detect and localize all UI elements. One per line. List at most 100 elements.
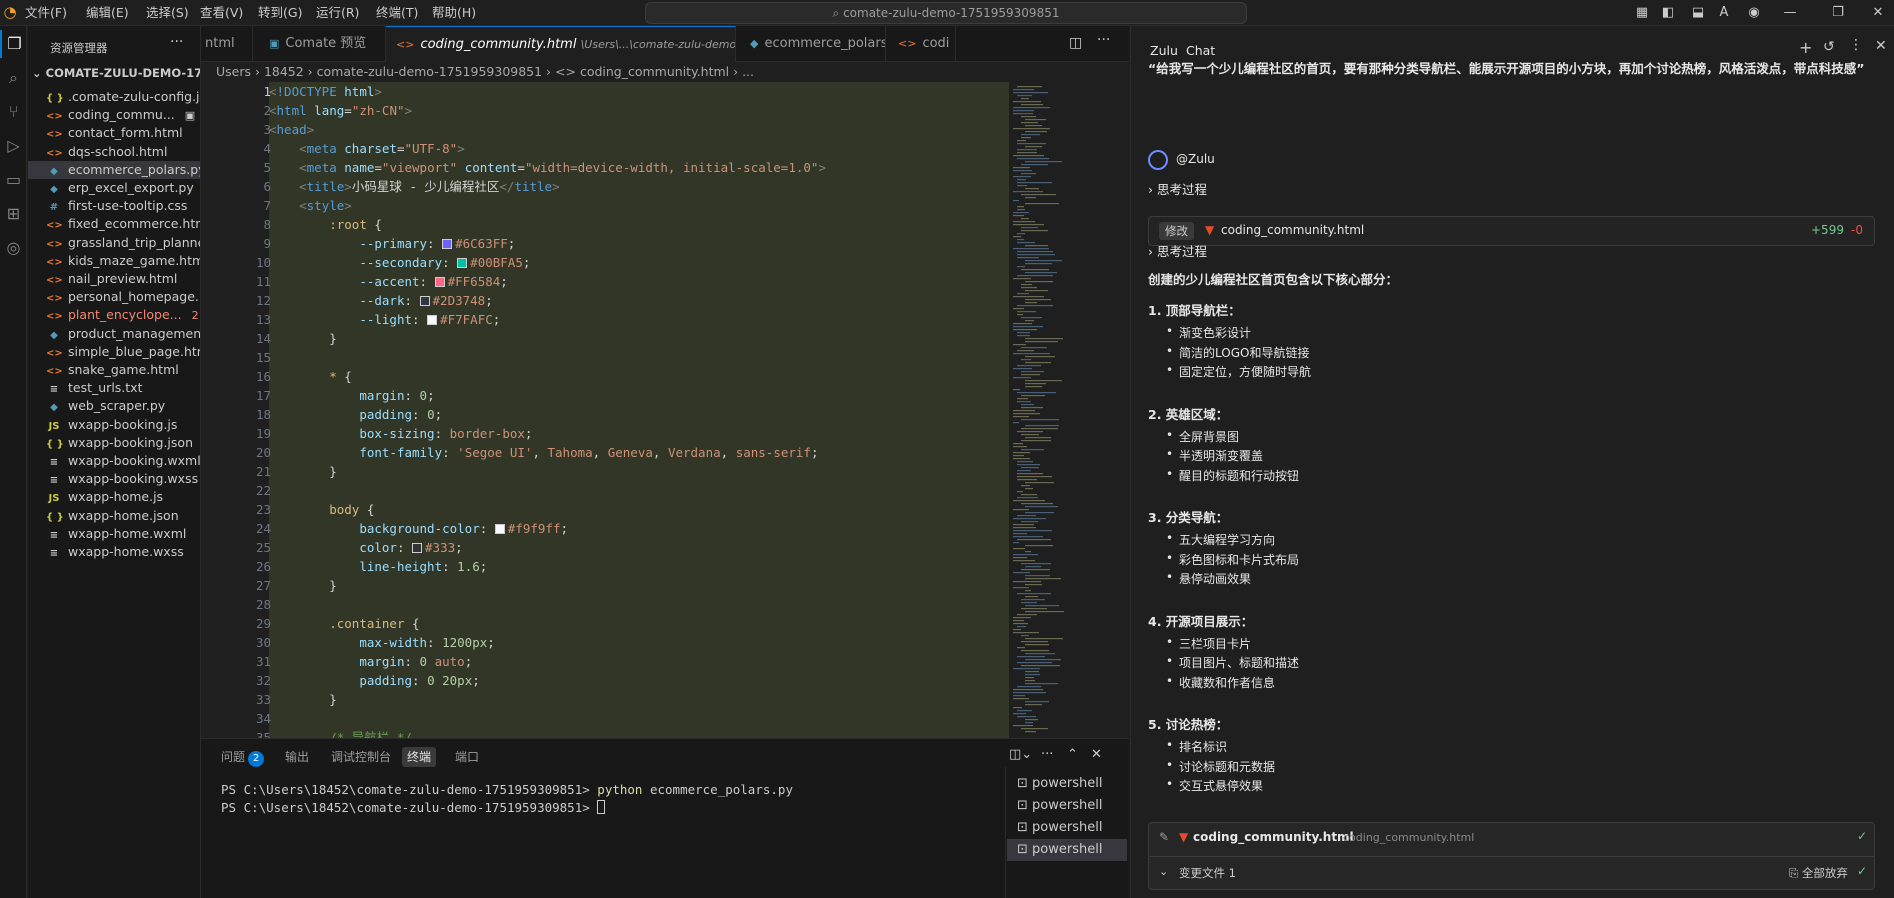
file-type-icon: <> — [46, 256, 63, 268]
file-item[interactable]: { } wxapp-home.json — [28, 507, 200, 525]
code-line: <meta name="viewport" content="width=dev… — [299, 160, 826, 175]
minimap-line — [1013, 191, 1043, 193]
menu-go[interactable]: 转到(G) — [258, 0, 302, 26]
menu-selection[interactable]: 选择(S) — [146, 0, 189, 26]
menu-edit[interactable]: 编辑(E) — [86, 0, 129, 26]
file-change-card[interactable]: 修改 ▼ coding_community.html +599 -0 — [1148, 216, 1875, 246]
split-editor-icon[interactable]: ◫ — [1069, 35, 1082, 51]
panel-tab-debug-console[interactable]: 调试控制台 — [331, 747, 391, 767]
file-item[interactable]: <> nail_preview.html — [28, 270, 200, 288]
file-item[interactable]: { } .comate-zulu-config.j... — [28, 88, 200, 106]
file-item[interactable]: <> fixed_ecommerce.html — [28, 215, 200, 233]
command-search-box[interactable]: ⌕ comate-zulu-demo-1751959309851 — [645, 2, 1247, 24]
terminal-instance[interactable]: ⊡ powershell — [1007, 773, 1127, 795]
minimap-preview — [1013, 86, 1064, 733]
file-item[interactable]: <> snake_game.html — [28, 361, 200, 379]
toggle-sidebar-icon[interactable]: ◧ — [1658, 3, 1678, 23]
file-item[interactable]: ≡ wxapp-home.wxml — [28, 525, 200, 543]
changed-file-name[interactable]: coding_community.html — [1193, 830, 1354, 844]
accept-check-icon[interactable]: ✓ — [1857, 829, 1867, 843]
minimap-line — [1017, 305, 1053, 307]
tab-zulu[interactable]: Zulu — [1150, 43, 1178, 58]
minimap[interactable] — [1009, 82, 1129, 738]
menu-run[interactable]: 运行(R) — [316, 0, 359, 26]
close-window-icon[interactable]: ✕ — [1868, 3, 1888, 23]
thinking-toggle[interactable]: › 思考过程 — [1148, 241, 1207, 260]
font-icon[interactable]: A — [1714, 3, 1734, 23]
terminal-instance[interactable]: ⊡ powershell — [1007, 839, 1127, 861]
panel-tab-output[interactable]: 输出 — [285, 747, 309, 767]
tab-ecommerce-polars[interactable]: ◆ecommerce_polars.py — [736, 26, 886, 62]
editor-more-icon[interactable]: ··· — [1097, 32, 1110, 48]
accept-all-check-icon[interactable]: ✓ — [1857, 864, 1867, 878]
file-item[interactable]: <> personal_homepage.... — [28, 288, 200, 306]
file-item[interactable]: ≡ wxapp-booking.wxml — [28, 452, 200, 470]
minimap-line — [1017, 401, 1031, 403]
file-item[interactable]: ◆ web_scraper.py — [28, 397, 200, 415]
terminal-line-2[interactable]: PS C:\Users\18452\comate-zulu-demo-17519… — [221, 799, 606, 817]
new-chat-icon[interactable]: + — [1799, 38, 1812, 57]
panel-tab-ports[interactable]: 端口 — [455, 747, 479, 767]
file-item[interactable]: <> simple_blue_page.html — [28, 343, 200, 361]
breadcrumb[interactable]: Users › 18452 › comate-zulu-demo-1751959… — [201, 62, 1129, 82]
file-item[interactable]: <> kids_maze_game.html — [28, 252, 200, 270]
terminal-instance[interactable]: ⊡ powershell — [1007, 817, 1127, 839]
explorer-icon[interactable]: ❐ — [0, 30, 27, 58]
thinking-toggle[interactable]: › 思考过程 — [1148, 179, 1207, 198]
tab-partial-codi[interactable]: <> codi — [886, 26, 956, 62]
history-icon[interactable]: ↺ — [1823, 39, 1835, 55]
file-item[interactable]: ≡ wxapp-booking.wxss — [28, 470, 200, 488]
file-item[interactable]: { } wxapp-booking.json — [28, 434, 200, 452]
code-editor[interactable]: 1 2 3 4 5 6 7 8 9 10 11 12 13 14 15 16 17 18 19 20 21 22 23 24 2… — [201, 82, 1009, 738]
panel-tab-terminal[interactable]: 终端 — [402, 747, 437, 767]
menu-view[interactable]: 查看(V) — [200, 0, 243, 26]
terminal-layout-icon[interactable]: ◫⌄ — [1009, 747, 1032, 762]
tab-coding-community[interactable]: <> coding_community.html \Users\...\comat… — [386, 26, 736, 62]
comate-icon[interactable]: ◎ — [0, 234, 27, 262]
file-item[interactable]: ≡ test_urls.txt — [28, 379, 200, 397]
minimap-line — [1021, 404, 1034, 406]
tab-partial-html[interactable]: ntml — [201, 26, 253, 62]
file-item[interactable]: # first-use-tooltip.css — [28, 197, 200, 215]
more-actions-icon[interactable]: ··· — [170, 34, 183, 50]
extensions-icon[interactable]: ⊞ — [0, 200, 27, 228]
file-item[interactable]: JS wxapp-booking.js — [28, 416, 200, 434]
maximize-panel-icon[interactable]: ⌃ — [1067, 747, 1078, 762]
file-item[interactable]: ◆ ecommerce_polars.py — [28, 160, 200, 179]
panel-tab-problems[interactable]: 问题 2 — [221, 747, 265, 767]
file-item[interactable]: <> plant_encyclope... 2 — [28, 306, 200, 324]
menu-file[interactable]: 文件(F) — [25, 0, 67, 26]
file-item[interactable]: ◆ product_managemen... — [28, 325, 200, 343]
layout-icon[interactable]: ▦ — [1632, 3, 1652, 23]
terminal-instance[interactable]: ⊡ powershell — [1007, 795, 1127, 817]
discard-all-button[interactable]: ⎘ 全部放弃 — [1789, 865, 1848, 881]
minimap-line — [1021, 521, 1038, 523]
search-icon[interactable]: ⌕ — [0, 64, 27, 92]
source-control-icon[interactable]: ⑂ — [0, 98, 27, 126]
tab-comate-preview[interactable]: ▣ Comate 预览 — [253, 26, 386, 62]
tab-chat[interactable]: Chat — [1186, 43, 1215, 58]
chat-more-icon[interactable]: ⋮ — [1849, 37, 1863, 53]
panel-more-icon[interactable]: ··· — [1041, 747, 1053, 762]
file-item[interactable]: JS wxapp-home.js — [28, 488, 200, 506]
toggle-panel-icon[interactable]: ⬓ — [1688, 3, 1708, 23]
file-item[interactable]: <> grassland_trip_planne... — [28, 234, 200, 252]
file-type-icon: { } — [46, 438, 64, 450]
file-item[interactable]: <> contact_form.html — [28, 124, 200, 142]
chevron-down-icon[interactable]: ⌄ — [1159, 865, 1168, 878]
file-item[interactable]: ≡ wxapp-home.wxss — [28, 543, 200, 561]
menu-help[interactable]: 帮助(H) — [432, 0, 476, 26]
file-item[interactable]: ◆ erp_excel_export.py — [28, 179, 200, 197]
file-item[interactable]: <> coding_commu... ▣ — [28, 106, 200, 124]
minimize-icon[interactable]: — — [1780, 3, 1800, 23]
account-icon[interactable]: ◉ — [1744, 3, 1764, 23]
file-item[interactable]: <> dqs-school.html — [28, 143, 200, 161]
restore-icon[interactable]: ❐ — [1828, 3, 1848, 23]
search-icon: ⌕ — [832, 6, 844, 20]
menu-terminal[interactable]: 终端(T) — [376, 0, 418, 26]
run-debug-icon[interactable]: ▷ — [0, 132, 27, 160]
close-chat-icon[interactable]: ✕ — [1875, 38, 1887, 54]
workspace-folder[interactable]: ⌄ COMATE-ZULU-DEMO-175... — [32, 66, 200, 84]
close-panel-icon[interactable]: ✕ — [1091, 747, 1102, 762]
remote-explorer-icon[interactable]: ▭ — [0, 166, 27, 194]
